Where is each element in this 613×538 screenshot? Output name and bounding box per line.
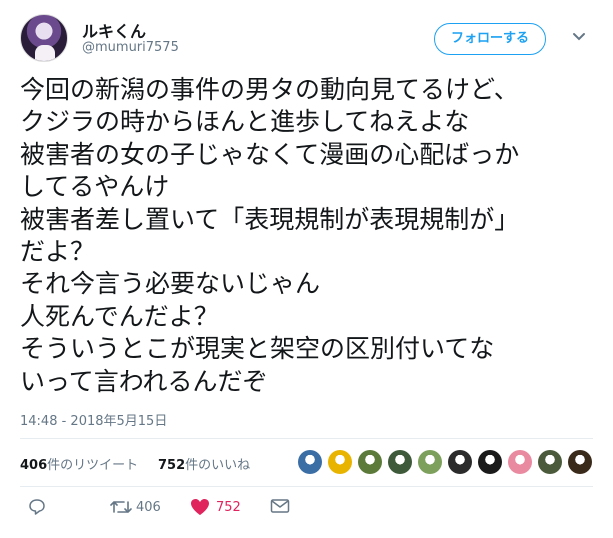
liker-avatar-1[interactable] [298,450,322,474]
like-stat-label: 件のいいね [185,458,251,473]
liker-avatar-6[interactable] [448,450,472,474]
tweet-header: ルキくん @mumuri7575 フォローする [20,14,600,64]
retweet-stat[interactable]: 406件のリツイート [20,454,138,473]
heart-icon [191,499,209,515]
tweet-text-line: 被害者の女の子じゃなくて漫画の心配ばっか [20,139,520,169]
tweet-text-line: クジラの時からほんと進歩してねえよな [20,107,470,137]
liker-avatar-9[interactable] [538,450,562,474]
liker-avatar-4[interactable] [388,450,412,474]
user-display-name[interactable]: ルキくん [82,18,146,42]
like-count: 752 [216,500,241,515]
retweet-count: 406 [136,500,161,515]
tweet-text-line: だよ？ [20,237,96,267]
envelope-icon [270,499,290,513]
tweet-text-line: そういうとこが現実と架空の区別付いてな [20,334,495,364]
retweet-stat-label: 件のリツイート [47,458,139,473]
divider [20,438,593,439]
tweet-text: 今回の新潟の事件の男タの動向見てるけど、 クジラの時からほんと進歩してねえよな … [20,74,600,398]
divider [20,486,593,487]
follow-button[interactable]: フォローする [434,23,546,55]
chevron-down-icon[interactable] [572,30,586,44]
liker-avatar-7[interactable] [478,450,502,474]
user-avatar[interactable] [20,14,68,62]
liker-avatar-2[interactable] [328,450,352,474]
liker-avatar-8[interactable] [508,450,532,474]
tweet-timestamp[interactable]: 14:48 - 2018年5月15日 [20,410,167,429]
liker-avatar-5[interactable] [418,450,442,474]
tweet-text-line: 今回の新潟の事件の男タの動向見てるけど、 [20,75,519,104]
tweet-text-line: してるやんけ [20,172,170,202]
liker-avatar-3[interactable] [358,450,382,474]
like-stat-count: 752 [158,458,186,473]
reply-icon [29,499,45,515]
tweet-text-line: いって言われるんだぞ [20,366,268,396]
tweet-text-line: 人死んでんだよ？ [20,301,219,331]
liker-avatar-10[interactable] [568,450,592,474]
user-handle[interactable]: @mumuri7575 [82,40,179,55]
tweet-text-line: 被害者差し置いて「表現規制が表現規制が」 [20,204,520,234]
tweet-stats: 406件のリツイート 752件のいいね [20,448,600,478]
like-stat[interactable]: 752件のいいね [158,454,250,473]
tweet-text-line: それ今言う必要ないじゃん [20,269,321,299]
retweet-icon [110,501,132,513]
retweet-stat-count: 406 [20,458,48,473]
tweet-actions: 406 752 [20,496,600,522]
